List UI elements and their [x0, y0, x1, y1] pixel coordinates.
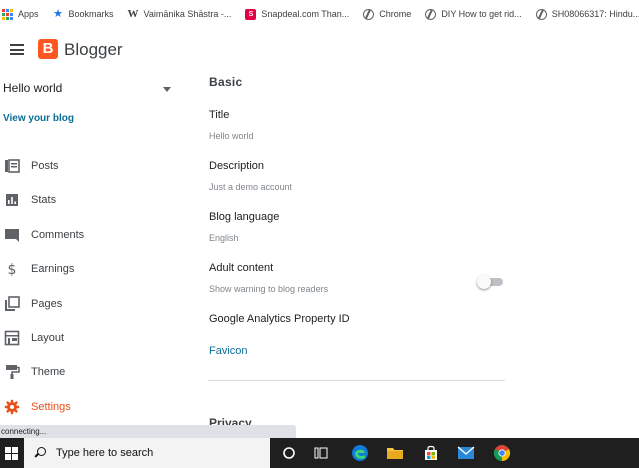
stats-icon — [4, 192, 20, 208]
bookmark-label: Snapdeal.com Than... — [261, 9, 350, 19]
task-view-button[interactable] — [304, 438, 338, 468]
edge-taskbar-button[interactable] — [343, 438, 377, 468]
search-icon — [34, 447, 46, 459]
section-divider — [208, 380, 505, 381]
adult-content-description: Show warning to blog readers — [209, 284, 329, 294]
bookmark-label: Vaimānika Shāstra -... — [143, 9, 232, 19]
store-button[interactable] — [414, 438, 448, 468]
sidebar-item-comments[interactable]: Comments — [0, 224, 180, 246]
sidebar-item-label: Layout — [31, 332, 65, 344]
bookmark-label: DIY How to get rid... — [441, 9, 522, 19]
bookmark-chrome[interactable]: Chrome — [363, 8, 412, 20]
windows-start-button[interactable] — [0, 438, 22, 468]
gear-icon — [4, 399, 20, 415]
star-icon: ★ — [53, 7, 63, 20]
screen: Apps ★ Bookmarks W Vaimānika Shāstra -..… — [0, 0, 639, 468]
apps-grid-icon — [2, 8, 13, 20]
title-value: Hello world — [209, 131, 254, 141]
sidebar-item-theme[interactable]: Theme — [0, 361, 180, 383]
bookmark-apps[interactable]: Apps — [2, 8, 39, 20]
sidebar-item-label: Earnings — [31, 263, 75, 275]
section-title-basic: Basic — [209, 75, 243, 89]
sidebar-item-layout[interactable]: Layout — [0, 327, 180, 349]
sidebar: Hello world View your blog Posts Stats C… — [0, 72, 180, 425]
bookmark-bookmarks[interactable]: ★ Bookmarks — [53, 7, 114, 20]
analytics-setting[interactable]: Google Analytics Property ID — [209, 313, 350, 325]
windows-logo-icon — [4, 446, 18, 460]
description-value: Just a demo account — [209, 182, 293, 192]
sidebar-item-earnings[interactable]: $ Earnings — [0, 258, 180, 280]
snapdeal-icon: S — [245, 8, 257, 20]
adult-content-toggle[interactable] — [477, 275, 505, 289]
bookmarks-bar: Apps ★ Bookmarks W Vaimānika Shāstra -..… — [0, 0, 639, 28]
layout-icon — [4, 330, 20, 346]
chrome-icon — [493, 445, 511, 462]
brand-name[interactable]: Blogger — [64, 40, 123, 60]
sidebar-item-label: Settings — [31, 401, 71, 413]
chevron-down-icon — [163, 87, 171, 92]
posts-icon — [4, 158, 20, 174]
sidebar-item-label: Theme — [31, 366, 66, 378]
bookmark-diy[interactable]: DIY How to get rid... — [425, 8, 522, 20]
bookmark-wikipedia[interactable]: W Vaimānika Shāstra -... — [127, 8, 232, 20]
wikipedia-icon: W — [127, 8, 139, 20]
bookmark-label: SH08066317: Hindu... — [551, 9, 639, 19]
taskbar-search-box[interactable]: Type here to search — [24, 438, 270, 468]
sidebar-item-posts[interactable]: Posts — [0, 155, 180, 177]
cortana-button[interactable] — [272, 438, 306, 468]
settings-panel: Basic Title Hello world Description Just… — [200, 72, 639, 430]
favicon-link[interactable]: Favicon — [209, 345, 248, 357]
sidebar-item-label: Pages — [31, 298, 63, 310]
blog-language-setting[interactable]: Blog language — [209, 211, 279, 223]
bookmark-label: Bookmarks — [68, 9, 114, 19]
sidebar-item-label: Comments — [31, 229, 85, 241]
bookmark-hindu[interactable]: SH08066317: Hindu... — [535, 8, 639, 20]
view-blog-link[interactable]: View your blog — [3, 113, 74, 124]
svg-text:$: $ — [8, 262, 17, 277]
dollar-icon: $ — [4, 261, 20, 277]
hamburger-menu-icon[interactable] — [10, 44, 24, 55]
bookmark-label: Chrome — [379, 9, 412, 19]
toggle-knob — [477, 275, 491, 289]
search-placeholder: Type here to search — [56, 447, 154, 459]
windows-taskbar: Type here to search — [0, 438, 639, 468]
sidebar-item-label: Posts — [31, 160, 59, 172]
folder-icon — [387, 448, 403, 459]
comments-icon — [4, 227, 20, 243]
app-header: B Blogger — [0, 28, 639, 72]
adult-content-setting: Adult content — [209, 262, 274, 274]
sidebar-item-label: Stats — [31, 194, 57, 206]
browser-status-bar: connecting... — [0, 425, 296, 438]
blog-selector[interactable]: Hello world — [3, 81, 173, 99]
globe-icon — [535, 8, 547, 20]
edge-icon — [352, 445, 368, 461]
cortana-icon — [283, 447, 295, 459]
blog-name: Hello world — [3, 81, 63, 95]
sidebar-item-stats[interactable]: Stats — [0, 189, 180, 211]
globe-icon — [363, 8, 375, 20]
file-explorer-button[interactable] — [378, 438, 412, 468]
sidebar-item-pages[interactable]: Pages — [0, 293, 180, 315]
title-setting[interactable]: Title — [209, 109, 229, 121]
description-setting[interactable]: Description — [209, 160, 264, 172]
blogger-logo-icon[interactable]: B — [38, 39, 58, 59]
bookmark-label: Apps — [18, 9, 39, 19]
store-bag-icon — [425, 445, 437, 460]
paint-roller-icon — [4, 364, 20, 380]
chrome-taskbar-button[interactable] — [485, 438, 519, 468]
pages-icon — [4, 296, 20, 312]
blog-language-value: English — [209, 233, 239, 243]
mail-icon — [457, 446, 475, 459]
mail-button[interactable] — [449, 438, 483, 468]
task-view-icon — [314, 447, 328, 459]
bookmark-snapdeal[interactable]: S Snapdeal.com Than... — [245, 8, 350, 20]
globe-icon — [425, 8, 437, 20]
sidebar-item-settings[interactable]: Settings — [0, 396, 180, 418]
